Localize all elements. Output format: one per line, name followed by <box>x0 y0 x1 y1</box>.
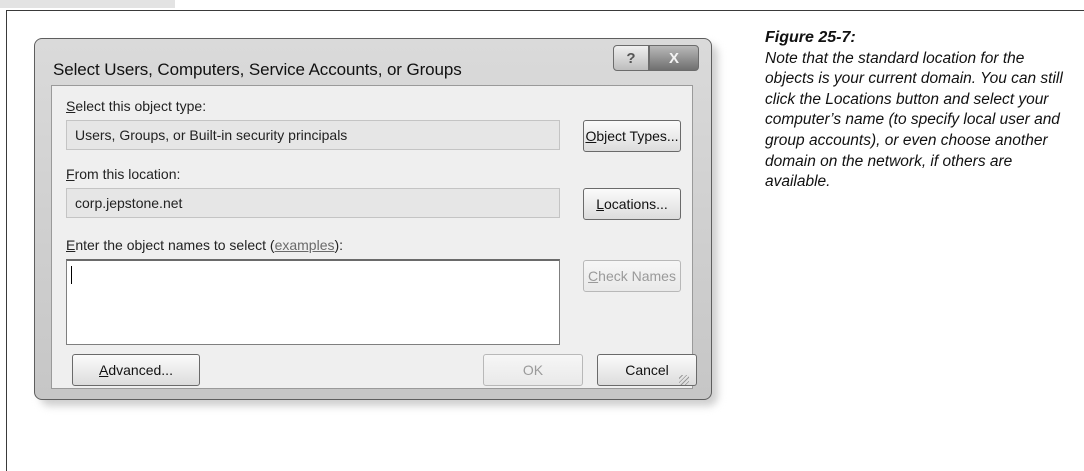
help-icon: ? <box>626 49 636 67</box>
text-caret <box>71 266 72 284</box>
advanced-button[interactable]: Advanced... <box>72 354 200 386</box>
check-names-button[interactable]: Check Names <box>583 260 681 292</box>
object-names-label: Enter the object names to select (exampl… <box>66 237 344 253</box>
dialog-client-area: Select this object type: Users, Groups, … <box>51 85 697 389</box>
close-button[interactable]: X <box>649 45 699 71</box>
caption-title: Figure 25-7: <box>765 29 856 46</box>
dialog-title: Select Users, Computers, Service Account… <box>53 60 462 79</box>
object-names-input[interactable] <box>66 259 560 345</box>
ok-button[interactable]: OK <box>483 354 583 386</box>
resize-grip-icon[interactable] <box>679 375 689 385</box>
object-types-button[interactable]: Object Types... <box>583 120 681 152</box>
locations-button[interactable]: Locations... <box>583 188 681 220</box>
close-icon: X <box>668 49 679 67</box>
figure-caption: Figure 25-7: Note that the standard loca… <box>765 28 1075 193</box>
examples-link[interactable]: examples <box>275 237 335 253</box>
object-type-label: Select this object type: <box>66 98 207 114</box>
location-label: From this location: <box>66 166 181 182</box>
help-button[interactable]: ? <box>613 45 649 71</box>
select-users-dialog: Select Users, Computers, Service Account… <box>34 38 712 400</box>
page-tab-shade <box>0 0 175 8</box>
caption-body: Note that the standard location for the … <box>765 49 1063 191</box>
object-type-field: Users, Groups, or Built-in security prin… <box>66 120 560 150</box>
location-field: corp.jepstone.net <box>66 188 560 218</box>
